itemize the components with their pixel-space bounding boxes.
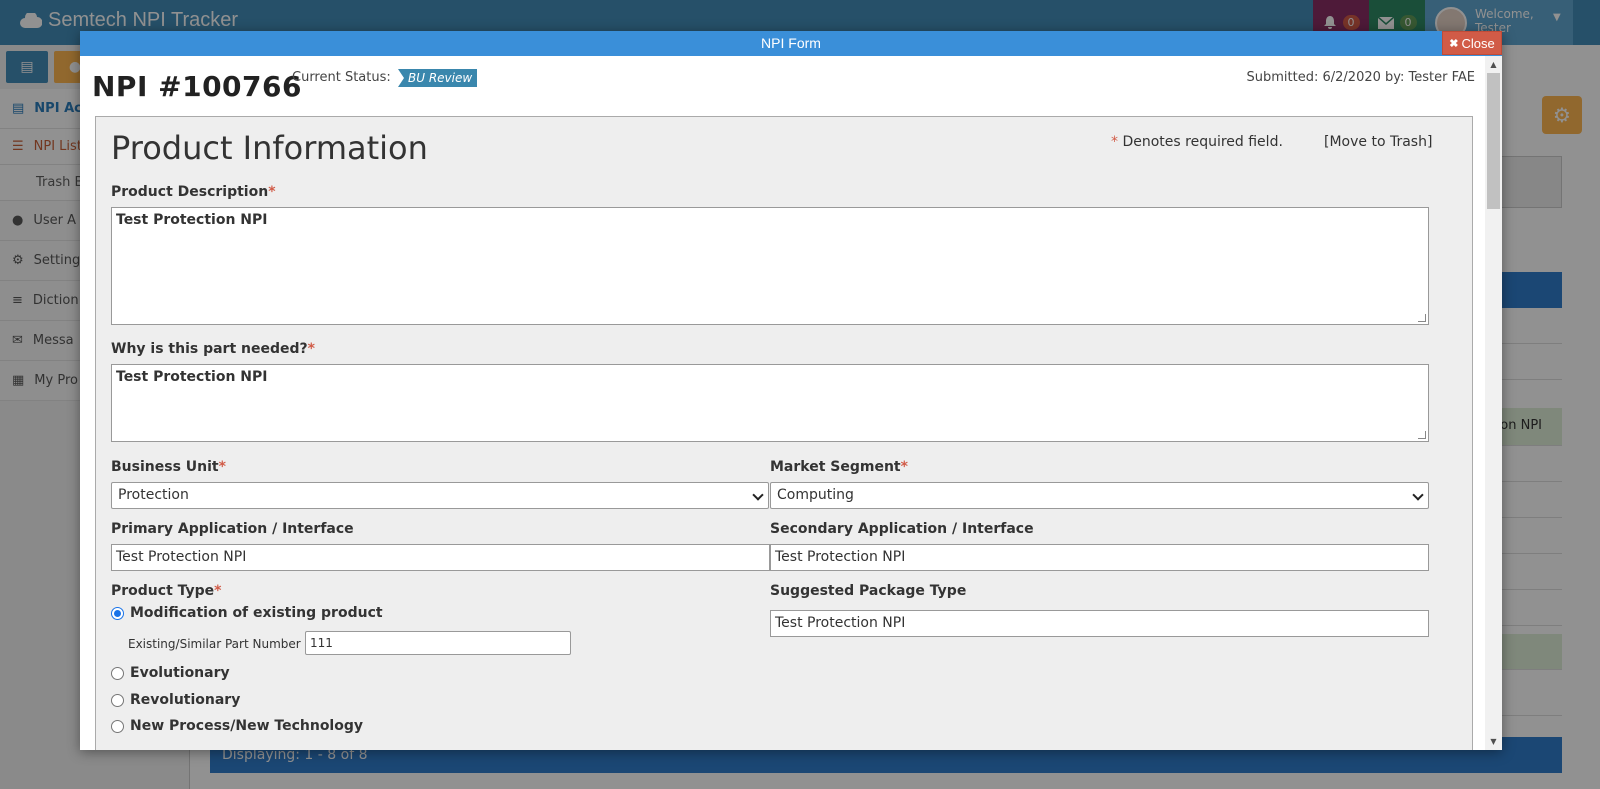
radio-button[interactable] xyxy=(111,719,124,733)
secondary-application-input[interactable]: Test Protection NPI xyxy=(770,544,1429,571)
modal-body: NPI #100766 Current Status: BU Review Su… xyxy=(80,56,1485,750)
label-text: Product Type xyxy=(111,583,215,599)
status-badge: BU Review xyxy=(398,69,478,87)
option-label: Modification of existing product xyxy=(130,605,383,621)
label-text: Market Segment xyxy=(770,459,901,475)
existing-part-input[interactable]: 111 xyxy=(305,631,571,655)
chevron-down-icon xyxy=(1412,489,1424,501)
radio-button[interactable] xyxy=(111,666,124,680)
product-type-label: Product Type* xyxy=(111,583,222,599)
product-information-section: Product Information * Denotes required f… xyxy=(95,116,1473,750)
required-star: * xyxy=(218,459,226,475)
required-star: * xyxy=(1111,134,1118,150)
close-icon: ✖ xyxy=(1449,37,1459,50)
textarea-value: Test Protection NPI xyxy=(116,369,268,385)
option-label: New Process/New Technology xyxy=(130,718,363,734)
close-button[interactable]: ✖ Close xyxy=(1442,31,1502,55)
input-value: Test Protection NPI xyxy=(775,549,906,565)
market-segment-select[interactable]: Computing xyxy=(770,482,1429,509)
product-description-label: Product Description* xyxy=(111,184,276,200)
required-star: * xyxy=(307,341,315,357)
required-star: * xyxy=(900,459,908,475)
product-type-option-modification[interactable]: Modification of existing product xyxy=(111,605,383,621)
primary-application-label: Primary Application / Interface xyxy=(111,521,354,537)
radio-button[interactable] xyxy=(111,693,124,707)
move-to-trash-link[interactable]: [Move to Trash] xyxy=(1324,134,1432,150)
product-type-option-new-process[interactable]: New Process/New Technology xyxy=(111,718,363,734)
market-segment-label: Market Segment* xyxy=(770,459,908,475)
resize-handle[interactable] xyxy=(1418,431,1426,439)
label-text: Product Description xyxy=(111,184,269,200)
npi-number: NPI #100766 xyxy=(92,70,302,103)
modal-title: NPI Form xyxy=(80,31,1502,56)
product-type-option-evolutionary[interactable]: Evolutionary xyxy=(111,665,230,681)
scrollbar-thumb[interactable] xyxy=(1487,73,1500,209)
existing-part-label: Existing/Similar Part Number xyxy=(128,637,301,651)
primary-application-input[interactable]: Test Protection NPI xyxy=(111,544,770,571)
label-text: Why is this part needed? xyxy=(111,341,308,357)
submitted-info: Submitted: 6/2/2020 by: Tester FAE xyxy=(1246,70,1475,85)
required-star: * xyxy=(214,583,222,599)
product-type-option-revolutionary[interactable]: Revolutionary xyxy=(111,692,240,708)
section-title: Product Information xyxy=(111,129,428,167)
business-unit-label: Business Unit* xyxy=(111,459,226,475)
required-star: * xyxy=(268,184,276,200)
package-type-input[interactable]: Test Protection NPI xyxy=(770,610,1429,637)
secondary-application-label: Secondary Application / Interface xyxy=(770,521,1034,537)
scroll-down-arrow-icon[interactable]: ▼ xyxy=(1485,733,1502,750)
textarea-value: Test Protection NPI xyxy=(116,212,268,228)
chevron-down-icon xyxy=(752,489,764,501)
radio-button-checked[interactable] xyxy=(111,606,124,620)
resize-handle[interactable] xyxy=(1418,314,1426,322)
input-value: Test Protection NPI xyxy=(775,615,906,631)
scroll-up-arrow-icon[interactable]: ▲ xyxy=(1485,56,1502,73)
close-label: Close xyxy=(1461,35,1495,51)
option-label: Evolutionary xyxy=(130,665,230,681)
required-note-text: Denotes required field. xyxy=(1122,134,1283,150)
package-type-label: Suggested Package Type xyxy=(770,583,967,599)
option-label: Revolutionary xyxy=(130,692,241,708)
npi-form-modal: NPI Form ✖ Close NPI #100766 Current Sta… xyxy=(80,31,1502,750)
status-label: Current Status: xyxy=(292,70,391,85)
select-value: Computing xyxy=(777,487,854,503)
input-value: Test Protection NPI xyxy=(116,549,247,565)
required-note: * Denotes required field. xyxy=(1111,134,1283,150)
why-needed-label: Why is this part needed?* xyxy=(111,341,315,357)
why-needed-textarea[interactable]: Test Protection NPI xyxy=(111,364,1429,442)
select-value: Protection xyxy=(118,487,189,503)
product-description-textarea[interactable]: Test Protection NPI xyxy=(111,207,1429,325)
input-value: 111 xyxy=(310,636,333,650)
label-text: Business Unit xyxy=(111,459,219,475)
modal-scrollbar[interactable]: ▲ ▼ xyxy=(1485,56,1502,750)
business-unit-select[interactable]: Protection xyxy=(111,482,769,509)
